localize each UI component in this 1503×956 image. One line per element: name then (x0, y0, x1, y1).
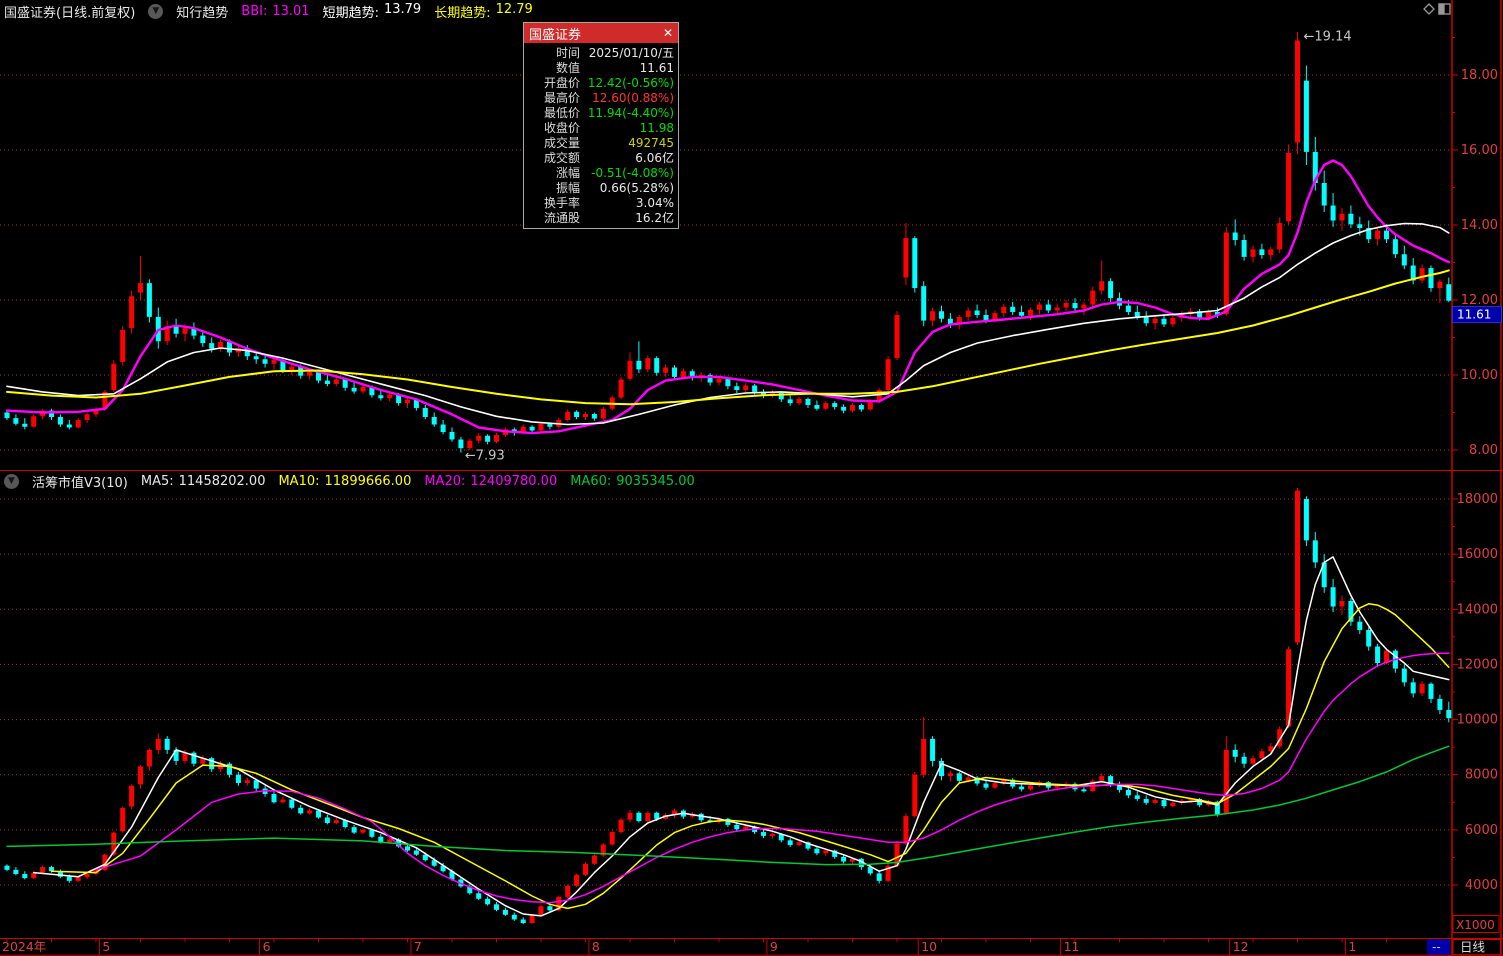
ma10-value: MA10:11899666.00 (278, 474, 411, 489)
x-axis-year-label: 2024年 (2, 939, 46, 954)
x-axis-month-label: 11 (1064, 939, 1080, 954)
popup-row-value: 16.2亿 (580, 209, 674, 226)
price-annotation: ←7.93 (465, 449, 505, 464)
popup-row-value: 11.61 (580, 61, 674, 75)
x-axis-month-label: 6 (263, 939, 271, 954)
popup-row: 成交量492745 (524, 135, 678, 150)
bbi-value: BBI:13.01 (241, 4, 309, 19)
x-axis-month-label: 5 (102, 939, 110, 954)
period-dash-label: -- (1432, 940, 1441, 954)
popup-row: 涨幅-0.51(-4.08%) (524, 165, 678, 180)
bottom-chart-line-MA20 (96, 653, 1449, 903)
y-axis-tick-label: 12.00 (1461, 293, 1498, 308)
x-axis-month-label: 1 (1348, 939, 1356, 954)
popup-row-label: 流通股 (528, 209, 580, 226)
popup-row-value: 492745 (580, 136, 674, 150)
current-price-value: 11.61 (1457, 308, 1491, 322)
popup-row: 开盘价12.42(-0.56%) (524, 75, 678, 90)
popup-row-value: -0.51(-4.08%) (580, 166, 674, 180)
bottom-chart-candles[interactable] (5, 488, 1452, 924)
indicator-name-bottom[interactable]: 活筹市值V3(10) (32, 472, 128, 491)
popup-row: 最高价12.60(0.88%) (524, 90, 678, 105)
close-icon[interactable]: ✕ (663, 26, 673, 40)
y-axis-tick-label: 12000 (1457, 657, 1498, 672)
bottom-chart-y-axis: 18000 16000 14000 12000 10000 8000 6000 4000 (1452, 492, 1498, 893)
stock-title: 国盛证券(日线.前复权) (4, 2, 135, 21)
bottom-header: ▼ 活筹市值V3(10) MA5:11458202.00 MA10:118996… (0, 472, 1503, 491)
popup-row: 换手率3.04% (524, 195, 678, 210)
chevron-down-icon[interactable]: ▼ (4, 474, 19, 489)
popup-row-value: 3.04% (580, 196, 674, 210)
y-axis-tick-label: 10.00 (1461, 368, 1498, 383)
bottom-chart-line-MA10 (52, 604, 1449, 909)
y-axis-tick-label: 8000 (1465, 768, 1498, 783)
y-axis-tick-label: 4000 (1465, 878, 1498, 893)
ma60-value: MA60:9035345.00 (570, 474, 695, 489)
popup-row-value: 12.60(0.88%) (580, 91, 674, 105)
y-axis-tick-label: 10000 (1457, 713, 1498, 728)
period-label: 日线 (1460, 940, 1486, 955)
unit-label-text: X1000 (1456, 918, 1495, 932)
axis-unit-label: X1000 (1453, 916, 1499, 933)
y-axis-tick-label: 16000 (1457, 547, 1498, 562)
top-chart-y-axis: 18.00 16.00 14.00 12.00 10.00 8.00 (1452, 38, 1498, 459)
y-axis-tick-label: 16.00 (1461, 143, 1498, 158)
y-axis-tick-label: 6000 (1465, 823, 1498, 838)
short-trend-value: 短期趋势:13.79 (323, 2, 422, 21)
bottom-chart-grid (0, 499, 1452, 885)
bottom-chart-panel: 18000 16000 14000 12000 10000 8000 6000 4000 X10… (0, 488, 1499, 933)
price-annotation: ←19.14 (1304, 29, 1352, 44)
popup-row-value: 11.98 (580, 121, 674, 135)
ma20-value: MA20:12409780.00 (424, 474, 557, 489)
popup-title-bar[interactable]: 国盛证券 ✕ (524, 23, 678, 43)
top-chart-panel: 18.00 16.00 14.00 12.00 10.00 8.00 ←19.14 ←7.93… (0, 29, 1502, 463)
popup-row: 最低价11.94(-4.40%) (524, 105, 678, 120)
popup-row-value: 0.66(5.28%) (580, 181, 674, 195)
popup-row: 收盘价11.98 (524, 120, 678, 135)
popup-row-value: 11.94(-4.40%) (580, 106, 674, 120)
top-chart-candles[interactable] (5, 32, 1452, 452)
popup-row: 成交额6.06亿 (524, 150, 678, 165)
y-axis-tick-label: 14000 (1457, 602, 1498, 617)
quote-info-popup: 国盛证券 ✕ 时间2025/01/10/五数值11.61开盘价12.42(-0.… (523, 22, 679, 229)
time-axis: 2024年 5 6 7 8 9 10 11 12 1 (0, 939, 1503, 956)
top-chart-grid (0, 75, 1452, 450)
trading-app-window: 18.00 16.00 14.00 12.00 10.00 8.00 ←19.14 ←7.93… (0, 0, 1503, 956)
current-price-tag: 11.61 (1453, 307, 1502, 323)
y-axis-tick-label: 14.00 (1461, 218, 1498, 233)
popup-row: 时间2025/01/10/五 (524, 45, 678, 60)
popup-body: 时间2025/01/10/五数值11.61开盘价12.42(-0.56%)最高价… (524, 43, 678, 228)
x-axis-month-label: 12 (1233, 939, 1249, 954)
popup-row-value: 6.06亿 (580, 149, 674, 166)
indicator-name[interactable]: 知行趋势 (176, 2, 228, 21)
popup-title: 国盛证券 (529, 24, 581, 43)
popup-row-value: 2025/01/10/五 (580, 44, 674, 61)
popup-row: 振幅0.66(5.28%) (524, 180, 678, 195)
ma5-value: MA5:11458202.00 (141, 474, 266, 489)
bottom-chart-line-MA5 (34, 557, 1449, 916)
popup-row-value: 12.42(-0.56%) (580, 76, 674, 90)
y-axis-tick-label: 18.00 (1461, 68, 1498, 83)
x-axis-month-label: 7 (414, 939, 422, 954)
popup-row: 数值11.61 (524, 60, 678, 75)
chevron-down-icon[interactable]: ▼ (148, 4, 163, 19)
popup-row: 流通股16.2亿 (524, 210, 678, 225)
long-trend-value: 长期趋势:12.79 (434, 2, 533, 21)
x-axis-month-label: 9 (770, 939, 778, 954)
x-axis-month-label: 8 (592, 939, 600, 954)
top-chart-line-短期趋势 (7, 224, 1449, 425)
y-axis-tick-label: 8.00 (1469, 443, 1498, 458)
y-axis-tick-label: 18000 (1457, 492, 1498, 507)
top-chart-line-BBI (7, 161, 1449, 434)
top-header: 国盛证券(日线.前复权) ▼ 知行趋势 BBI:13.01 短期趋势:13.79… (0, 0, 1503, 23)
period-controls: -- 日线 (1427, 940, 1501, 955)
x-axis-month-label: 10 (921, 939, 937, 954)
